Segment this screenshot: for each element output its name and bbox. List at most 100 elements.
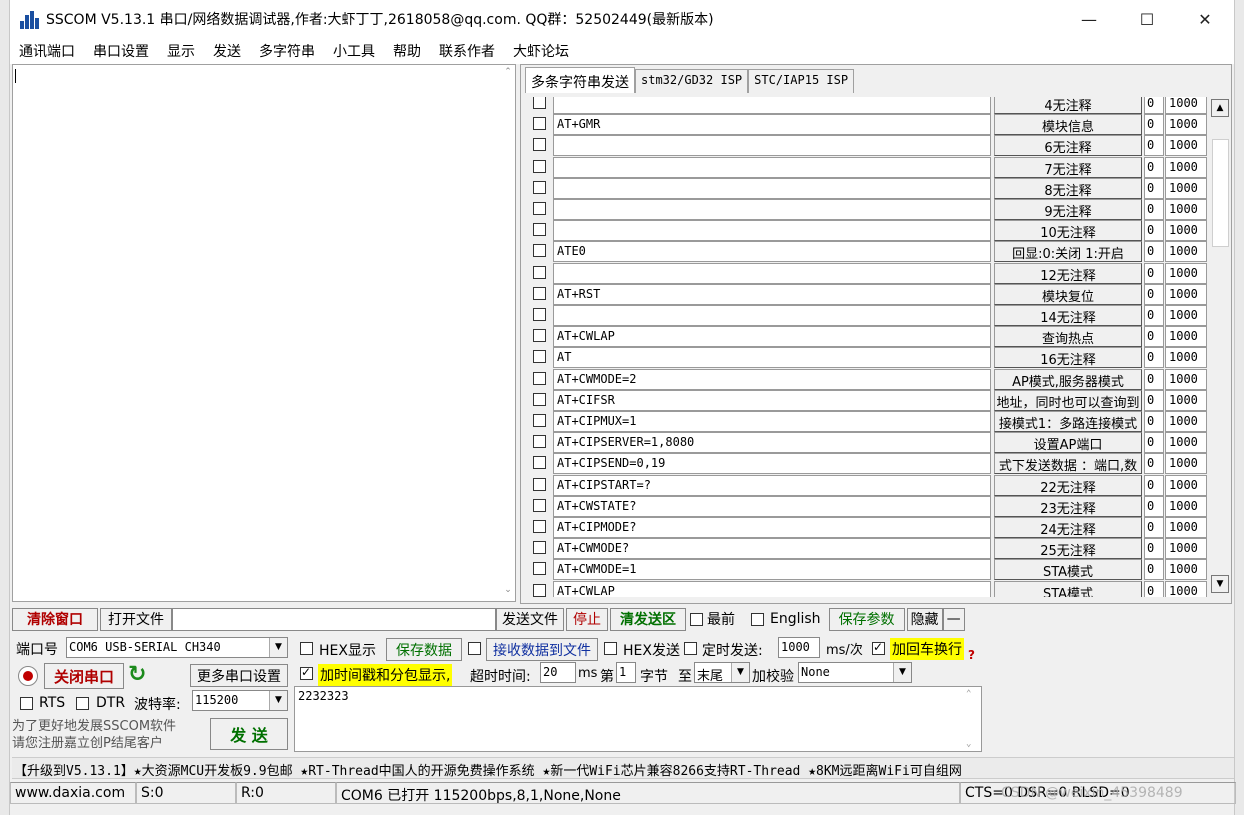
row-delay-input[interactable]: 1000: [1165, 326, 1207, 348]
row-checkbox[interactable]: [533, 520, 546, 533]
send-file-button[interactable]: 发送文件: [496, 607, 564, 631]
row-command-input[interactable]: AT+CIFSR: [553, 389, 991, 411]
row-command-input[interactable]: AT+CWMODE?: [553, 538, 991, 560]
scroll-down-icon[interactable]: ▼: [1211, 575, 1229, 593]
row-send-button[interactable]: 6无注释: [994, 135, 1142, 157]
row-checkbox[interactable]: [533, 265, 546, 279]
row-delay-input[interactable]: 1000: [1165, 517, 1207, 538]
recv-to-file-checkbox[interactable]: [468, 642, 481, 655]
more-settings-button[interactable]: 更多串口设置: [190, 664, 288, 687]
receive-area[interactable]: ⌃ ⌄: [12, 64, 516, 602]
hex-display-checkbox[interactable]: [300, 642, 313, 655]
row-send-button[interactable]: 模块复位: [994, 283, 1142, 305]
send-button[interactable]: 发 送: [210, 718, 288, 750]
timed-send-checkbox[interactable]: [684, 642, 697, 655]
scroll-up-icon[interactable]: ⌃: [966, 689, 971, 699]
maximize-button[interactable]: ☐: [1118, 0, 1176, 38]
row-send-button[interactable]: 设置AP端口: [994, 432, 1142, 454]
row-delay-input[interactable]: 1000: [1165, 135, 1207, 157]
row-send-button[interactable]: 22无注释: [994, 474, 1142, 496]
row-delay-input[interactable]: 1000: [1165, 368, 1207, 390]
baud-select[interactable]: 115200 ▼: [192, 690, 288, 711]
row-checkbox[interactable]: [533, 392, 546, 406]
row-order-input[interactable]: 0: [1144, 114, 1164, 136]
clear-send-button[interactable]: 清发送区: [610, 607, 686, 631]
row-order-input[interactable]: 0: [1144, 220, 1164, 242]
send-input[interactable]: 2232323 ⌃ ⌄: [294, 686, 982, 752]
topmost-checkbox[interactable]: [690, 612, 703, 626]
row-command-input[interactable]: AT+CWMODE=1: [553, 559, 991, 581]
checksum-select[interactable]: None ▼: [798, 662, 912, 683]
row-command-input[interactable]: AT+CIPMUX=1: [553, 411, 991, 432]
row-checkbox[interactable]: [533, 414, 546, 427]
row-checkbox[interactable]: [533, 435, 546, 449]
row-order-input[interactable]: 0: [1144, 283, 1164, 305]
row-delay-input[interactable]: 1000: [1165, 474, 1207, 496]
row-send-button[interactable]: 10无注释: [994, 220, 1142, 242]
row-delay-input[interactable]: 1000: [1165, 156, 1207, 178]
tab-stm32-isp[interactable]: stm32/GD32 ISP: [635, 69, 749, 93]
row-send-button[interactable]: AP模式,服务器模式: [994, 368, 1142, 390]
row-send-button[interactable]: 查询热点: [994, 326, 1142, 348]
row-send-button[interactable]: 回显:0:关闭 1:开启: [994, 241, 1142, 263]
menu-comm-port[interactable]: 通讯端口: [10, 41, 84, 61]
row-command-input[interactable]: [553, 305, 991, 326]
row-order-input[interactable]: 0: [1144, 199, 1164, 220]
row-command-input[interactable]: [553, 220, 991, 242]
scroll-up-icon[interactable]: ▲: [1211, 99, 1229, 117]
row-delay-input[interactable]: 1000: [1165, 559, 1207, 581]
row-send-button[interactable]: STA模式: [994, 580, 1142, 597]
recv-to-file-button[interactable]: 接收数据到文件: [486, 638, 598, 661]
row-send-button[interactable]: 12无注释: [994, 262, 1142, 284]
hex-send-checkbox[interactable]: [604, 642, 617, 655]
timeout-input[interactable]: 20: [540, 662, 576, 683]
row-command-input[interactable]: AT+CIPMODE?: [553, 517, 991, 538]
row-checkbox[interactable]: [533, 138, 546, 152]
row-delay-input[interactable]: 1000: [1165, 241, 1207, 263]
menu-help[interactable]: 帮助: [384, 41, 430, 61]
row-command-input[interactable]: ATE0: [553, 241, 991, 263]
row-command-input[interactable]: [553, 177, 991, 199]
row-send-button[interactable]: 25无注释: [994, 538, 1142, 560]
row-checkbox[interactable]: [533, 498, 546, 512]
menu-contact[interactable]: 联系作者: [430, 41, 504, 61]
minimize-button[interactable]: —: [1060, 0, 1118, 38]
row-checkbox[interactable]: [533, 244, 546, 258]
stop-button[interactable]: 停止: [566, 607, 608, 631]
tab-multi-string[interactable]: 多条字符串发送: [525, 67, 635, 93]
row-delay-input[interactable]: 1000: [1165, 114, 1207, 136]
row-command-input[interactable]: [553, 135, 991, 157]
row-send-button[interactable]: 模块信息: [994, 114, 1142, 136]
row-order-input[interactable]: 0: [1144, 368, 1164, 390]
row-send-button[interactable]: 7无注释: [994, 156, 1142, 178]
row-checkbox[interactable]: [533, 286, 546, 300]
row-send-button[interactable]: 24无注释: [994, 517, 1142, 538]
crlf-checkbox[interactable]: [872, 640, 885, 655]
port-select[interactable]: COM6 USB-SERIAL CH340 ▼: [66, 637, 288, 658]
row-command-input[interactable]: AT+RST: [553, 283, 991, 305]
list-scrollbar[interactable]: ▲ ▼: [1211, 97, 1231, 595]
row-send-button[interactable]: 16无注释: [994, 347, 1142, 369]
row-send-button[interactable]: 4无注释: [994, 97, 1142, 114]
save-params-button[interactable]: 保存参数: [828, 607, 905, 631]
status-website[interactable]: www.daxia.com: [10, 782, 136, 804]
row-delay-input[interactable]: 1000: [1165, 262, 1207, 284]
row-order-input[interactable]: 0: [1144, 262, 1164, 284]
row-order-input[interactable]: 0: [1144, 326, 1164, 348]
byte-start-input[interactable]: 1: [616, 662, 636, 683]
scroll-thumb[interactable]: [1212, 139, 1229, 247]
row-delay-input[interactable]: 1000: [1165, 389, 1207, 411]
row-checkbox[interactable]: [533, 329, 546, 343]
menu-serial-settings[interactable]: 串口设置: [84, 41, 158, 61]
close-port-button[interactable]: 关闭串口: [44, 663, 124, 689]
row-delay-input[interactable]: 1000: [1165, 199, 1207, 220]
menu-forum[interactable]: 大虾论坛: [504, 41, 578, 61]
english-checkbox[interactable]: [751, 612, 764, 626]
open-file-button[interactable]: 打开文件: [100, 607, 172, 631]
news-ticker[interactable]: 【升级到V5.13.1】★大资源MCU开发板9.9包邮 ★RT-Thread中国…: [12, 757, 1234, 779]
file-path-input[interactable]: [172, 607, 496, 631]
row-delay-input[interactable]: 1000: [1165, 220, 1207, 242]
row-delay-input[interactable]: 1000: [1165, 97, 1207, 114]
row-order-input[interactable]: 0: [1144, 474, 1164, 496]
row-send-button[interactable]: 23无注释: [994, 495, 1142, 517]
